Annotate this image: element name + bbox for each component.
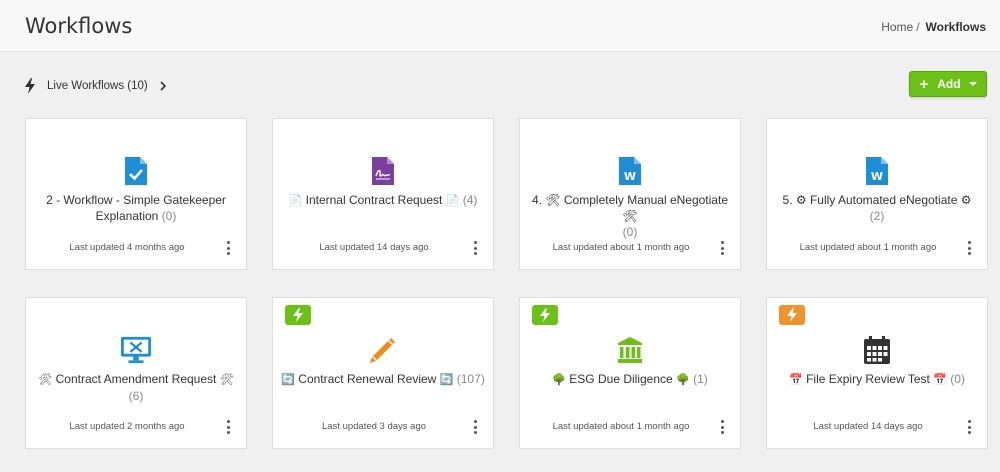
file-check-icon xyxy=(121,155,151,187)
last-updated: Last updated about 1 month ago xyxy=(799,242,937,253)
workflow-title[interactable]: 📄 Internal Contract Request 📄 (4) xyxy=(281,192,485,209)
page-header: Workflows Home / Workflows xyxy=(0,0,1000,52)
last-updated: Last updated about 1 month ago xyxy=(552,421,690,432)
word-file-icon: W xyxy=(615,155,645,187)
calendar-icon xyxy=(862,334,892,366)
breadcrumb-home-link[interactable]: Home xyxy=(881,20,913,34)
last-updated: Last updated 3 days ago xyxy=(321,421,427,432)
more-options-icon[interactable] xyxy=(473,420,477,434)
add-button-label: Add xyxy=(937,77,961,91)
file-signature-icon xyxy=(368,155,398,187)
workflow-title[interactable]: 📅 File Expiry Review Test 📅 (0) xyxy=(775,371,979,388)
more-options-icon[interactable] xyxy=(226,241,230,255)
add-button[interactable]: + Add xyxy=(909,71,987,97)
breadcrumb: Home / Workflows xyxy=(881,20,986,34)
more-options-icon[interactable] xyxy=(967,241,971,255)
word-file-icon: W xyxy=(862,155,892,187)
workflow-card[interactable]: 2 - Workflow - Simple Gatekeeper Explana… xyxy=(25,118,247,270)
svg-text:W: W xyxy=(624,170,636,183)
workflow-title[interactable]: 🛠 Contract Amendment Request 🛠 (6) xyxy=(34,371,238,404)
desktop-tools-icon xyxy=(121,334,151,366)
bolt-icon xyxy=(293,308,303,322)
plus-icon: + xyxy=(919,75,929,93)
more-options-icon[interactable] xyxy=(720,420,724,434)
workflow-card[interactable]: 🛠 Contract Amendment Request 🛠 (6) Last … xyxy=(25,297,247,449)
workflow-card[interactable]: 📅 File Expiry Review Test 📅 (0) Last upd… xyxy=(766,297,988,449)
workflow-card[interactable]: 📄 Internal Contract Request 📄 (4) Last u… xyxy=(272,118,494,270)
live-badge xyxy=(779,305,805,325)
bolt-icon xyxy=(25,78,35,94)
workflow-title[interactable]: 4. 🛠 Completely Manual eNegotiate 🛠 (0) xyxy=(528,192,732,240)
workflow-card[interactable]: W 5. ⚙ Fully Automated eNegotiate ⚙ (2) … xyxy=(766,118,988,270)
workflow-title[interactable]: 5. ⚙ Fully Automated eNegotiate ⚙ (2) xyxy=(775,192,979,224)
bank-icon xyxy=(615,334,645,366)
more-options-icon[interactable] xyxy=(473,241,477,255)
last-updated: Last updated about 1 month ago xyxy=(552,242,690,253)
pencil-icon xyxy=(368,334,398,366)
bolt-icon xyxy=(787,308,797,322)
live-workflows-label: Live Workflows (10) xyxy=(47,80,148,92)
bolt-icon xyxy=(540,308,550,322)
more-options-icon[interactable] xyxy=(720,241,724,255)
more-options-icon[interactable] xyxy=(226,420,230,434)
workflow-card[interactable]: 🔄 Contract Renewal Review 🔄 (107) Last u… xyxy=(272,297,494,449)
more-options-icon[interactable] xyxy=(967,420,971,434)
last-updated: Last updated 14 days ago xyxy=(813,421,923,432)
last-updated: Last updated 14 days ago xyxy=(319,242,429,253)
live-badge xyxy=(532,305,558,325)
last-updated: Last updated 4 months ago xyxy=(69,242,185,253)
live-badge xyxy=(285,305,311,325)
last-updated: Last updated 2 months ago xyxy=(69,421,185,432)
page-title: Workflows xyxy=(25,14,133,38)
chevron-right-icon xyxy=(160,81,166,91)
breadcrumb-current: Workflows xyxy=(925,20,986,34)
workflow-title[interactable]: 2 - Workflow - Simple Gatekeeper Explana… xyxy=(34,192,238,224)
workflow-title[interactable]: 🔄 Contract Renewal Review 🔄 (107) xyxy=(281,371,485,388)
breadcrumb-separator: / xyxy=(916,20,920,34)
workflow-title[interactable]: 🌳 ESG Due Diligence 🌳 (1) xyxy=(528,371,732,388)
workflow-card[interactable]: 🌳 ESG Due Diligence 🌳 (1) Last updated a… xyxy=(519,297,741,449)
live-workflows-toggle[interactable]: Live Workflows (10) xyxy=(25,78,168,94)
caret-down-icon xyxy=(968,82,977,86)
svg-text:W: W xyxy=(871,170,883,183)
workflow-card[interactable]: W 4. 🛠 Completely Manual eNegotiate 🛠 (0)… xyxy=(519,118,741,270)
